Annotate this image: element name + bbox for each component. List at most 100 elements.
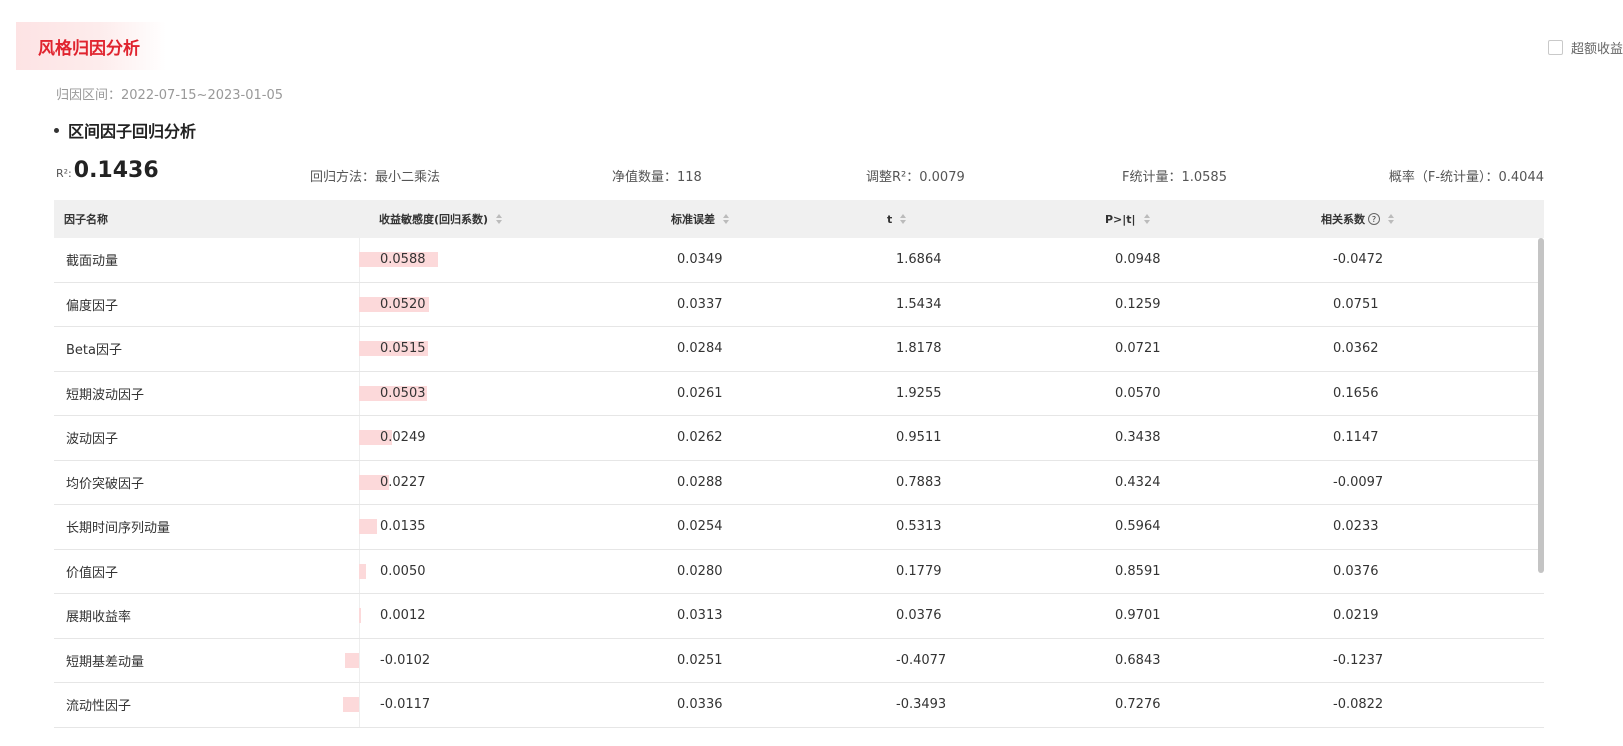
table-row[interactable]: 展期收益率 0.0012 0.0313 0.0376 0.9701 0.0219 [54, 594, 1544, 639]
col-correlation[interactable]: 相关系数 ? [1321, 200, 1394, 238]
sensitivity-cell: 0.0135 [380, 519, 426, 535]
std-error-cell: 0.0262 [677, 430, 723, 446]
factor-name-cell: 短期基差动量 [66, 654, 145, 670]
std-error-cell: 0.0251 [677, 652, 723, 668]
p-value-cell: 0.5964 [1115, 519, 1161, 535]
sort-icon[interactable] [1388, 214, 1394, 224]
std-error-cell: 0.0337 [677, 296, 723, 312]
page-title: 风格归因分析 [38, 38, 140, 59]
sensitivity-bar [359, 563, 366, 579]
t-value-cell: 1.5434 [896, 296, 942, 312]
sensitivity-bar [345, 652, 359, 668]
bullet-dot-icon [54, 127, 59, 133]
sort-icon[interactable] [723, 214, 729, 224]
correlation-cell: 0.1656 [1333, 385, 1379, 401]
sensitivity-cell: 0.0050 [380, 563, 426, 579]
std-error-cell: 0.0313 [677, 608, 723, 624]
excess-return-toggle[interactable]: 超额收益 [1547, 38, 1623, 57]
p-value-cell: 0.0721 [1115, 341, 1161, 357]
sensitivity-cell: 0.0588 [380, 252, 426, 268]
excess-return-checkbox[interactable] [1547, 40, 1563, 55]
correlation-cell: 0.0376 [1333, 563, 1379, 579]
p-value-cell: 0.8591 [1115, 563, 1161, 579]
table-row[interactable]: 偏度因子 0.0520 0.0337 1.5434 0.1259 0.0751 [54, 282, 1544, 327]
std-error-cell: 0.0254 [677, 519, 723, 535]
correlation-cell: -0.0472 [1333, 252, 1384, 268]
factor-name-cell: 均价突破因子 [66, 476, 145, 492]
t-value-cell: 1.9255 [896, 385, 942, 401]
t-value-cell: -0.3493 [896, 697, 947, 713]
p-value-cell: 0.4324 [1115, 474, 1161, 490]
table-row[interactable]: 短期基差动量 -0.0102 0.0251 -0.4077 0.6843 -0.1237 [54, 638, 1544, 683]
p-value-cell: 0.0570 [1115, 385, 1161, 401]
std-error-cell: 0.0284 [677, 341, 723, 357]
excess-return-label: 超额收益 [1570, 42, 1623, 57]
sort-icon[interactable] [1143, 214, 1150, 224]
adjusted-r2: 调整R²：0.0079 [866, 170, 965, 185]
factor-name-cell: 长期时间序列动量 [66, 521, 171, 537]
table-row[interactable]: 长期时间序列动量 0.0135 0.0254 0.5313 0.5964 0.0233 [54, 505, 1544, 550]
nav-count: 净值数量：118 [612, 170, 702, 185]
t-value-cell: 0.7883 [896, 474, 942, 490]
correlation-cell: 0.1147 [1333, 430, 1379, 446]
factor-name-cell: 截面动量 [66, 254, 119, 270]
help-circle-icon[interactable]: ? [1368, 213, 1380, 225]
t-value-cell: 0.1779 [896, 563, 942, 579]
table-body: 截面动量 0.0588 0.0349 1.6864 0.0948 -0.0472 偏度因子 0… [54, 238, 1544, 728]
p-value-cell: 0.9701 [1115, 608, 1161, 624]
std-error-cell: 0.0349 [677, 252, 723, 268]
regression-stats: R²: 0.1436 回归方法：最小二乘法 净值数量：118 调整R²：0.00… [56, 158, 1604, 190]
bar-axis [359, 683, 360, 727]
sensitivity-cell: 0.0503 [380, 385, 426, 401]
table-row[interactable]: 价值因子 0.0050 0.0280 0.1779 0.8591 0.0376 [54, 549, 1544, 594]
section-heading: 区间因子回归分析 [54, 118, 196, 142]
sensitivity-cell: -0.0117 [380, 697, 431, 713]
sensitivity-cell: 0.0227 [380, 474, 426, 490]
p-value-cell: 0.0948 [1115, 252, 1161, 268]
t-value-cell: 0.9511 [896, 430, 942, 446]
correlation-cell: -0.0822 [1333, 697, 1384, 713]
table-row[interactable]: 短期波动因子 0.0503 0.0261 1.9255 0.0570 0.1656 [54, 371, 1544, 416]
factor-name-cell: Beta因子 [66, 343, 122, 359]
correlation-cell: -0.1237 [1333, 652, 1384, 668]
correlation-cell: 0.0362 [1333, 341, 1379, 357]
f-probability: 概率（F-统计量）：0.4044 [1388, 170, 1544, 185]
col-p-value[interactable]: P>|t| [1105, 200, 1150, 238]
sort-icon[interactable] [900, 214, 907, 224]
t-value-cell: 0.0376 [896, 608, 942, 624]
sensitivity-cell: 0.0012 [380, 608, 426, 624]
sort-icon[interactable] [496, 214, 503, 224]
col-std-error[interactable]: 标准误差 [671, 200, 729, 238]
table-row[interactable]: Beta因子 0.0515 0.0284 1.8178 0.0721 0.0362 [54, 327, 1544, 372]
correlation-cell: -0.0097 [1333, 474, 1384, 490]
t-value-cell: 1.8178 [896, 341, 942, 357]
table-row[interactable]: 截面动量 0.0588 0.0349 1.6864 0.0948 -0.0472 [54, 238, 1544, 283]
col-factor-name: 因子名称 [64, 213, 108, 226]
std-error-cell: 0.0336 [677, 697, 723, 713]
sensitivity-bar [343, 697, 359, 712]
correlation-cell: 0.0751 [1333, 296, 1379, 312]
factor-name-cell: 短期波动因子 [66, 387, 145, 403]
sensitivity-cell: 0.0520 [380, 296, 426, 312]
t-value-cell: 1.6864 [896, 252, 942, 268]
p-value-cell: 0.3438 [1115, 430, 1161, 446]
col-t[interactable]: t [887, 200, 907, 238]
table-header: 因子名称 收益敏感度(回归系数) 标准误差 t P>|t| 相关系数 ? [54, 200, 1544, 238]
table-row[interactable]: 流动性因子 -0.0117 0.0336 -0.3493 0.7276 -0.0822 [54, 683, 1544, 728]
factor-name-cell: 展期收益率 [66, 610, 132, 626]
table-scrollbar[interactable] [1538, 238, 1544, 573]
f-statistic: F统计量：1.0585 [1122, 170, 1227, 185]
col-sensitivity[interactable]: 收益敏感度(回归系数) [379, 200, 503, 238]
factor-name-cell: 偏度因子 [66, 298, 119, 314]
sensitivity-cell: 0.0249 [380, 430, 426, 446]
table-row[interactable]: 波动因子 0.0249 0.0262 0.9511 0.3438 0.1147 [54, 416, 1544, 461]
p-value-cell: 0.7276 [1115, 697, 1161, 713]
factor-regression-table: 因子名称 收益敏感度(回归系数) 标准误差 t P>|t| 相关系数 ? 截面动… [54, 200, 1544, 728]
r2-label: R²: [56, 167, 72, 180]
t-value-cell: 0.5313 [896, 519, 942, 535]
attribution-range: 归因区间：2022-07-15~2023-01-05 [56, 88, 283, 103]
table-row[interactable]: 均价突破因子 0.0227 0.0288 0.7883 0.4324 -0.0097 [54, 460, 1544, 505]
factor-name-cell: 流动性因子 [66, 699, 132, 715]
std-error-cell: 0.0288 [677, 474, 723, 490]
section-title: 区间因子回归分析 [68, 122, 197, 141]
